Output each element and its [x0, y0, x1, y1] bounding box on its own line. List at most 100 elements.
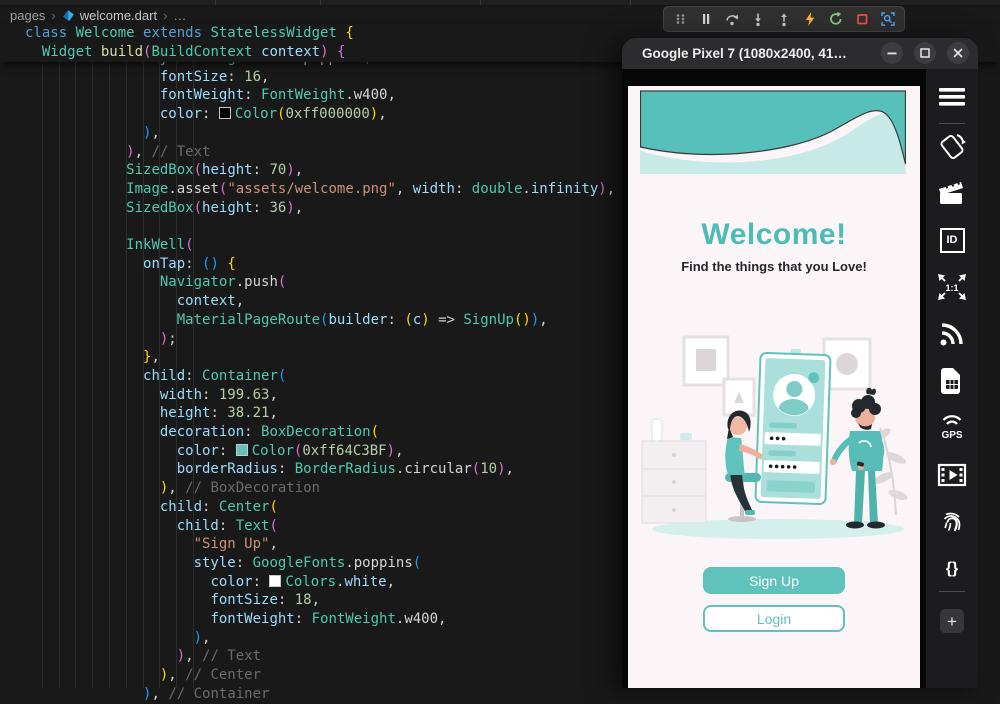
code-line[interactable]: style: GoogleFonts.poppins(	[25, 554, 421, 573]
code-line[interactable]: );	[25, 330, 177, 349]
maximize-button[interactable]	[914, 42, 936, 64]
minimize-button[interactable]	[881, 42, 903, 64]
hot-reload-icon	[802, 11, 818, 27]
restart-icon	[828, 11, 844, 27]
code-line[interactable]: ), // BoxDecoration	[25, 479, 320, 498]
maximize-icon	[914, 42, 936, 64]
login-label: Login	[757, 611, 791, 627]
code-line[interactable]: color: Color(0xff64C3BF),	[25, 442, 404, 461]
header-wave-graphic	[640, 90, 906, 174]
stop-button[interactable]	[851, 9, 873, 29]
code-line[interactable]: "Sign Up",	[25, 535, 278, 554]
restart-button[interactable]	[825, 9, 847, 29]
close-button[interactable]	[947, 42, 969, 64]
sidebar-device-id-button[interactable]: ID	[926, 222, 978, 258]
menu-icon	[938, 87, 966, 107]
breadcrumb: pages › welcome.dart › …	[10, 6, 186, 24]
step-into-icon	[750, 11, 766, 27]
actual-size-icon: 1:1	[936, 272, 968, 302]
login-button[interactable]: Login	[703, 605, 845, 632]
signup-button[interactable]: Sign Up	[703, 567, 845, 594]
code-line[interactable]: Image.asset("assets/welcome.png", width:…	[25, 180, 615, 199]
emulator-body: Welcome! Find the things that you Love!	[622, 69, 978, 688]
close-icon	[947, 42, 969, 64]
sim-card-icon	[939, 367, 965, 395]
code-line[interactable]: Navigator.push(	[25, 273, 286, 292]
code-line[interactable]: fontSize: 16,	[25, 68, 269, 87]
code-line[interactable]: color: Colors.white,	[25, 573, 395, 592]
code-line[interactable]: fontSize: 18,	[25, 591, 320, 610]
sidebar-menu-button[interactable]	[926, 79, 978, 115]
code-line[interactable]: child: Container(	[25, 367, 286, 386]
sidebar-divider	[939, 591, 965, 592]
code-line[interactable]: ),	[25, 629, 210, 648]
step-out-icon	[776, 11, 792, 27]
hot-reload-button[interactable]	[799, 9, 821, 29]
widget-inspector-icon	[880, 11, 896, 27]
code-line[interactable]: onTap: () {	[25, 255, 236, 274]
gripper-button[interactable]	[669, 9, 691, 29]
welcome-subtitle: Find the things that you Love!	[628, 259, 920, 274]
step-into-button[interactable]	[747, 9, 769, 29]
code-line[interactable]: child: Center(	[25, 498, 278, 517]
code-line[interactable]: width: 199.63,	[25, 386, 278, 405]
device-id-icon: ID	[940, 228, 965, 253]
sidebar-screen-record-button[interactable]	[926, 457, 978, 493]
gripper-icon	[672, 11, 688, 27]
code-line[interactable]: child: Text(	[25, 517, 278, 536]
rotate-device-icon	[937, 131, 967, 161]
sidebar-screenshot-button[interactable]	[926, 175, 978, 211]
signup-label: Sign Up	[749, 573, 799, 589]
emulator-titlebar[interactable]: Google Pixel 7 (1080x2400, 41…	[622, 38, 978, 69]
widget-inspector-button[interactable]	[877, 9, 899, 29]
sticky-code-line[interactable]: Widget build(BuildContext context) {	[25, 43, 345, 62]
emulator-window: Google Pixel 7 (1080x2400, 41… Welcome! …	[622, 38, 978, 688]
chevron-right-icon: ›	[163, 8, 167, 23]
sidebar-rotate-device-button[interactable]	[926, 128, 978, 164]
code-line[interactable]: borderRadius: BorderRadius.circular(10),	[25, 460, 514, 479]
code-line[interactable]: decoration: BoxDecoration(	[25, 423, 379, 442]
step-over-button[interactable]	[721, 9, 743, 29]
pause-button[interactable]	[695, 9, 717, 29]
code-line[interactable]: ), // Center	[25, 666, 261, 685]
breadcrumb-folder[interactable]: pages	[10, 8, 45, 23]
debug-toolbar	[663, 6, 905, 32]
code-line[interactable]: ),	[25, 124, 160, 143]
sidebar-add-button[interactable]: +	[926, 603, 978, 639]
stop-icon	[854, 11, 870, 27]
sidebar-developer-braces-button[interactable]: {}	[926, 551, 978, 587]
sticky-code-line[interactable]: class Welcome extends StatelessWidget {	[25, 24, 354, 43]
sidebar-fingerprint-button[interactable]	[926, 504, 978, 540]
sidebar-gps-button[interactable]: GPS	[926, 410, 978, 446]
pause-icon	[698, 11, 714, 27]
dart-icon	[62, 9, 75, 22]
code-line[interactable]: fontWeight: FontWeight.w400,	[25, 86, 396, 105]
code-line[interactable]: height: 38.21,	[25, 404, 278, 423]
code-line[interactable]: },	[25, 348, 160, 367]
minimize-icon	[881, 42, 903, 64]
phone-screen: Welcome! Find the things that you Love!	[628, 86, 920, 688]
code-line[interactable]: context,	[25, 292, 244, 311]
code-line[interactable]: MaterialPageRoute(builder: (c) => SignUp…	[25, 311, 548, 330]
breadcrumb-file[interactable]: welcome.dart	[80, 8, 157, 23]
fingerprint-icon	[938, 508, 966, 536]
code-line[interactable]: color: Color(0xff000000),	[25, 105, 387, 124]
sidebar-divider	[939, 123, 965, 124]
sidebar-network-signal-button[interactable]	[926, 316, 978, 352]
screenshot-icon	[938, 180, 966, 206]
code-line[interactable]: SizedBox(height: 36),	[25, 199, 303, 218]
step-out-button[interactable]	[773, 9, 795, 29]
chevron-right-icon: ›	[51, 8, 55, 23]
breadcrumb-more[interactable]: …	[173, 8, 186, 23]
step-over-icon	[724, 11, 740, 27]
code-line[interactable]: InkWell(	[25, 236, 194, 255]
code-line[interactable]: ), // Text	[25, 647, 261, 666]
welcome-illustration	[628, 323, 920, 545]
code-line[interactable]: fontWeight: FontWeight.w400,	[25, 610, 446, 629]
sidebar-actual-size-button[interactable]: 1:1	[926, 269, 978, 305]
code-line[interactable]: ), // Text	[25, 143, 210, 162]
window-title: Google Pixel 7 (1080x2400, 41…	[642, 46, 847, 61]
sidebar-sim-card-button[interactable]	[926, 363, 978, 399]
code-line[interactable]: SizedBox(height: 70),	[25, 161, 303, 180]
screen-record-icon	[937, 462, 967, 488]
